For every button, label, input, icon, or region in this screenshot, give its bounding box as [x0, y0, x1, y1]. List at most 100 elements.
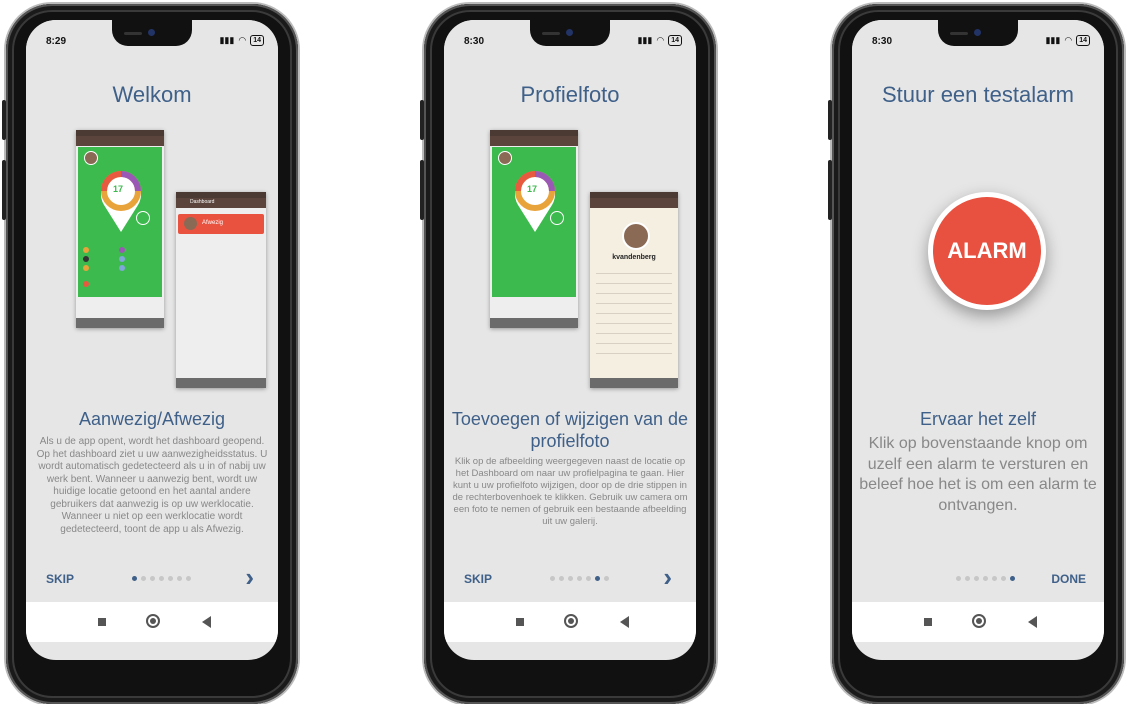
system-icons: ▮▮▮ ◠ 14 [1045, 35, 1090, 46]
speaker [950, 32, 968, 35]
page-indicator [550, 576, 609, 581]
mini-avatar [84, 151, 98, 165]
onboarding-footer: SKIP › [26, 564, 278, 594]
signal-icon: ▮▮▮ [219, 35, 235, 45]
page-dot [956, 576, 961, 581]
chevron-right-icon[interactable]: › [245, 564, 254, 590]
wifi-icon: ◠ [1064, 35, 1073, 45]
description-text: Als u de app opent, wordt het dashboard … [36, 436, 268, 535]
mini-legend [83, 247, 159, 292]
status-time: 8:30 [872, 36, 893, 47]
mini-away-row: Afwezig [178, 214, 264, 234]
onboarding-footer: SKIP › [444, 564, 696, 594]
page-dot [550, 576, 555, 581]
home-icon[interactable] [146, 614, 160, 628]
phone-testalarm: 8:30 ▮▮▮ ◠ 14 Stuur een testalarm ALARM … [828, 0, 1128, 704]
home-icon[interactable] [564, 614, 578, 628]
skip-button[interactable]: SKIP [464, 572, 492, 586]
page-title: Welkom [112, 82, 192, 107]
mini-count: 17 [113, 184, 124, 194]
profile-preview-image: kvandenberg [590, 192, 678, 388]
screen: 8:30 ▮▮▮ ◠ 14 Profielfoto 17 kvandenberg… [444, 20, 696, 660]
mini-green-panel: 17 [492, 147, 576, 297]
mini-nav-bar [76, 318, 164, 328]
phone-welkom: 8:29 ▮▮▮ ◠ 14 Welkom 17 Dashboard Afwezi… [2, 0, 302, 704]
page-dot [1010, 576, 1015, 581]
mini-app-bar [490, 136, 578, 146]
status-bar: 8:29 ▮▮▮ ◠ 14 [26, 20, 278, 58]
mini-app-bar [76, 136, 164, 146]
camera-icon [974, 29, 981, 36]
page-dot [159, 576, 164, 581]
page-dot [150, 576, 155, 581]
camera-icon [148, 29, 155, 36]
android-nav-bar [444, 602, 696, 642]
status-bar: 8:30 ▮▮▮ ◠ 14 [852, 20, 1104, 58]
page-dot [965, 576, 970, 581]
description-text: Klik op bovenstaande knop om uzelf een a… [859, 435, 1097, 514]
camera-icon [566, 29, 573, 36]
dashboard-preview-image: 17 [76, 130, 164, 328]
mini-avatar [498, 151, 512, 165]
section-heading: Ervaar het zelf [919, 409, 1037, 429]
screen: 8:29 ▮▮▮ ◠ 14 Welkom 17 Dashboard Afwezi… [26, 20, 278, 660]
home-icon[interactable] [972, 614, 986, 628]
back-icon[interactable] [1028, 616, 1037, 628]
mini-count: 17 [527, 184, 538, 194]
page-dot [1001, 576, 1006, 581]
power-button [828, 160, 832, 220]
afwezig-preview-image: Dashboard Afwezig [176, 192, 266, 388]
status-bar: 8:30 ▮▮▮ ◠ 14 [444, 20, 696, 58]
battery-icon: 14 [1076, 35, 1090, 46]
power-button [420, 160, 424, 220]
mini-username: kvandenberg [612, 254, 656, 261]
mini-nav-bar [490, 318, 578, 328]
page-indicator [132, 576, 191, 581]
mini-avatar [184, 217, 197, 230]
page-dot [168, 576, 173, 581]
page-dot [177, 576, 182, 581]
back-icon[interactable] [620, 616, 629, 628]
recents-icon[interactable] [924, 618, 932, 626]
notch [938, 20, 1018, 46]
android-nav-bar [26, 602, 278, 642]
page-dot [983, 576, 988, 581]
mini-away-label: Afwezig [202, 220, 224, 226]
page-title: Profielfoto [520, 82, 620, 107]
volume-button [420, 100, 424, 140]
status-time: 8:29 [46, 36, 67, 47]
mini-nav-bar [176, 378, 266, 388]
mini-nav-bar [590, 378, 678, 388]
signal-icon: ▮▮▮ [1045, 35, 1061, 45]
recents-icon[interactable] [516, 618, 524, 626]
speaker [124, 32, 142, 35]
page-title: Stuur een testalarm [882, 82, 1074, 107]
page-dot [595, 576, 600, 581]
section-heading: Toevoegen of wijzigen van de profielfoto [451, 409, 689, 451]
android-nav-bar [852, 602, 1104, 642]
notch [112, 20, 192, 46]
power-button [2, 160, 6, 220]
dashboard-preview-image: 17 [490, 130, 578, 328]
battery-icon: 14 [250, 35, 264, 46]
description-text-content: Klik op de afbeelding weergegeven naast … [452, 456, 688, 527]
onboarding-footer: DONE [852, 564, 1104, 594]
back-icon[interactable] [202, 616, 211, 628]
mini-app-bar: Dashboard [176, 198, 266, 208]
page-dot [992, 576, 997, 581]
skip-button[interactable]: SKIP [46, 572, 74, 586]
page-dot [577, 576, 582, 581]
alarm-button[interactable]: ALARM [928, 192, 1046, 310]
page-dot [586, 576, 591, 581]
description-text: Klik op de afbeelding weergegeven naast … [450, 456, 690, 536]
chevron-right-icon[interactable]: › [663, 564, 672, 590]
page-dot [141, 576, 146, 581]
screen: 8:30 ▮▮▮ ◠ 14 Stuur een testalarm ALARM … [852, 20, 1104, 660]
done-button[interactable]: DONE [1051, 572, 1086, 586]
mini-header: Dashboard [190, 199, 215, 205]
page-dot [132, 576, 137, 581]
wifi-icon: ◠ [238, 35, 247, 45]
system-icons: ▮▮▮ ◠ 14 [219, 35, 264, 46]
recents-icon[interactable] [98, 618, 106, 626]
notch [530, 20, 610, 46]
